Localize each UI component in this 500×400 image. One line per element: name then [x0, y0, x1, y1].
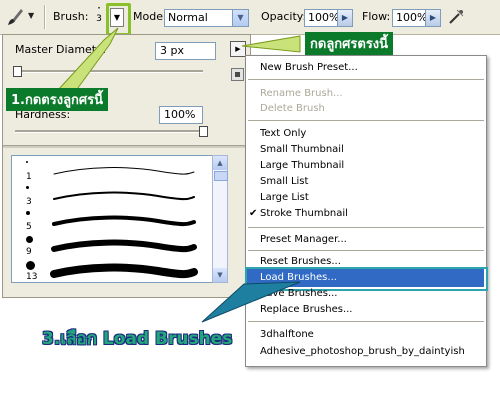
step2-pointer — [241, 35, 301, 53]
step1-annotation: 1.กดตรงลูกศรนี้ — [6, 88, 109, 111]
step3-annotation: 3.เลือก Load Brushes — [42, 329, 233, 349]
step3-pointer — [201, 281, 301, 323]
step2-annotation: กดลูกศรตรงนี้ — [305, 32, 394, 55]
step1-pointer — [57, 27, 119, 97]
